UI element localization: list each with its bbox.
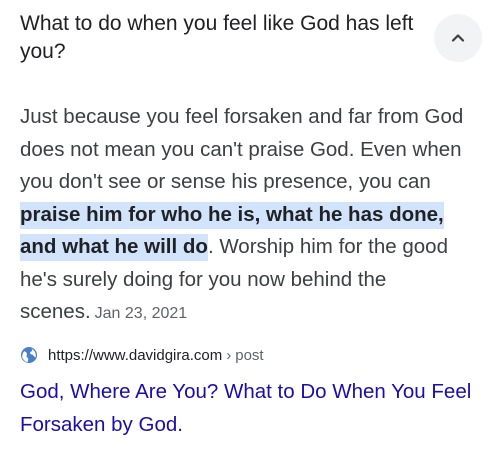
result-title-link[interactable]: God, Where Are You? What to Do When You …	[20, 375, 490, 441]
globe-icon	[20, 346, 38, 364]
chevron-up-icon	[448, 28, 468, 48]
source-url: https://www.davidgira.com	[48, 346, 223, 364]
answer-text-before: Just because you feel forsaken and far f…	[20, 105, 464, 193]
source-path: post	[235, 346, 264, 364]
collapse-button[interactable]	[434, 14, 482, 62]
answer-snippet: Just because you feel forsaken and far f…	[20, 101, 485, 331]
featured-snippet-card: What to do when you feel like God has le…	[0, 0, 500, 455]
answer-date: Jan 23, 2021	[94, 305, 188, 322]
question-heading: What to do when you feel like God has le…	[20, 12, 414, 63]
source-citation[interactable]: https://www.davidgira.com › post	[20, 344, 264, 366]
breadcrumb-separator: ›	[226, 346, 232, 364]
